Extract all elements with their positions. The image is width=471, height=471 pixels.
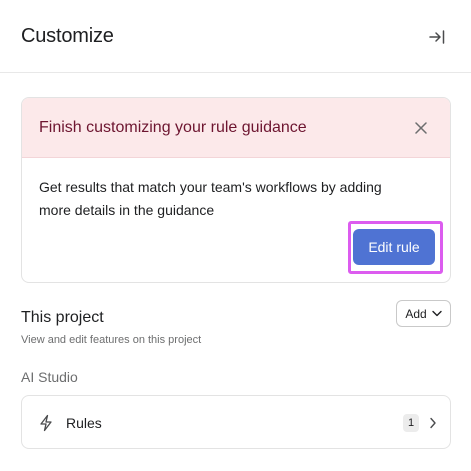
collapse-panel-icon: [429, 30, 445, 44]
panel-title: Customize: [21, 25, 114, 47]
notice-header: Finish customizing your rule guidance: [22, 98, 450, 158]
chevron-right-icon: [426, 415, 440, 431]
group-label-ai-studio: AI Studio: [21, 369, 78, 385]
chevron-down-icon: [431, 310, 442, 317]
collapse-panel-button[interactable]: [424, 25, 450, 49]
panel-header: Customize: [0, 0, 471, 73]
notice-body: Get results that match your team's workf…: [39, 179, 382, 218]
rule-guidance-notice: Finish customizing your rule guidance Ge…: [21, 97, 451, 283]
rules-label: Rules: [66, 415, 102, 431]
section-subtitle: View and edit features on this project: [21, 334, 202, 346]
lightning-icon: [40, 414, 52, 432]
edit-rule-button[interactable]: Edit rule: [353, 229, 435, 265]
add-button-label: Add: [405, 306, 427, 321]
list-item-rules[interactable]: Rules 1: [21, 395, 451, 449]
add-button[interactable]: Add: [396, 300, 451, 327]
close-icon: [415, 122, 427, 134]
notice-title: Finish customizing your rule guidance: [39, 119, 307, 136]
rules-count-badge: 1: [403, 414, 419, 432]
close-notice-button[interactable]: [410, 117, 432, 139]
section-title-this-project: This project: [21, 309, 104, 326]
